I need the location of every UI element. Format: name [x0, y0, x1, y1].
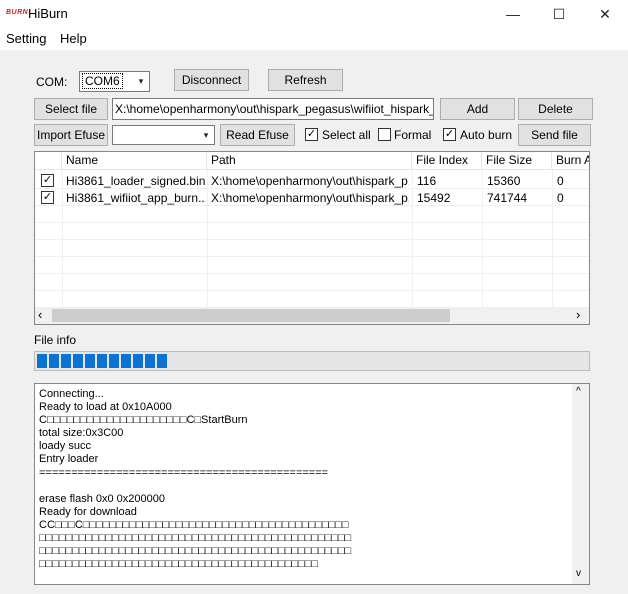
progress-segment: [97, 354, 107, 368]
row-burn-addr: 0: [557, 191, 564, 205]
auto-burn-label: Auto burn: [460, 128, 513, 142]
formal-checkbox[interactable]: [378, 128, 391, 141]
auto-burn-checkbox[interactable]: ✓: [443, 128, 456, 141]
grid-line: [35, 205, 589, 206]
com-port-select[interactable]: COM6 ▾: [79, 71, 150, 92]
menu-bar: [0, 28, 628, 50]
scroll-right-icon[interactable]: ›: [576, 308, 580, 322]
file-list-table[interactable]: Name Path File Index File Size Burn A ✓ …: [34, 151, 590, 325]
minimize-button[interactable]: —: [490, 0, 536, 28]
column-header-name[interactable]: Name: [62, 152, 207, 170]
com-label: COM:: [36, 75, 68, 89]
progress-segment: [157, 354, 167, 368]
vertical-scrollbar[interactable]: ^ v: [572, 384, 589, 584]
close-button[interactable]: ✕: [582, 0, 628, 28]
chevron-down-icon: ▾: [138, 76, 144, 86]
progress-segment: [61, 354, 71, 368]
row-burn-addr: 0: [557, 174, 564, 188]
row-path: X:\home\openharmony\out\hispark_p...: [211, 191, 409, 205]
progress-segment: [85, 354, 95, 368]
progress-segment: [109, 354, 119, 368]
menu-help[interactable]: Help: [60, 31, 87, 46]
row-file-size: 741744: [487, 191, 528, 205]
scrollbar-thumb[interactable]: [52, 309, 450, 322]
log-text: Connecting... Ready to load at 0x10A000 …: [39, 388, 352, 571]
row-name: Hi3861_wifiiot_app_burn....: [66, 191, 206, 205]
send-file-button[interactable]: Send file: [518, 124, 591, 146]
row-path: X:\home\openharmony\out\hispark_p...: [211, 174, 409, 188]
row-name: Hi3861_loader_signed.bin: [66, 174, 206, 188]
efuse-select[interactable]: ▾: [112, 125, 215, 145]
read-efuse-button[interactable]: Read Efuse: [220, 124, 295, 146]
disconnect-button[interactable]: Disconnect: [174, 69, 249, 91]
column-header-path[interactable]: Path: [207, 152, 412, 170]
progress-segment: [145, 354, 155, 368]
column-header-file-size[interactable]: File Size: [482, 152, 552, 170]
log-output[interactable]: Connecting... Ready to load at 0x10A000 …: [34, 383, 590, 585]
grid-line: [35, 256, 589, 257]
progress-segment: [49, 354, 59, 368]
formal-label: Formal: [394, 128, 432, 142]
row-checkbox[interactable]: ✓: [41, 191, 54, 204]
horizontal-scrollbar[interactable]: ‹ ›: [35, 307, 589, 324]
scroll-down-icon[interactable]: v: [576, 568, 581, 579]
column-header-file-index[interactable]: File Index: [412, 152, 482, 170]
grid-line: [35, 239, 589, 240]
add-button[interactable]: Add: [440, 98, 515, 120]
scroll-left-icon[interactable]: ‹: [38, 308, 42, 322]
progress-segment: [37, 354, 47, 368]
row-checkbox[interactable]: ✓: [41, 174, 54, 187]
maximize-button[interactable]: ☐: [536, 0, 582, 28]
grid-line: [35, 222, 589, 223]
select-all-checkbox[interactable]: ✓: [305, 128, 318, 141]
column-header-burn-addr[interactable]: Burn A: [552, 152, 589, 170]
window-title: HiBurn: [28, 6, 68, 21]
file-info-label: File info: [34, 333, 77, 347]
progress-segment: [133, 354, 143, 368]
app-logo-icon: BURN: [6, 9, 29, 16]
progress-segment: [73, 354, 83, 368]
delete-button[interactable]: Delete: [518, 98, 593, 120]
menu-setting[interactable]: Setting: [6, 31, 46, 46]
select-all-label: Select all: [322, 128, 371, 142]
refresh-button[interactable]: Refresh: [268, 69, 343, 91]
row-file-index: 116: [417, 174, 437, 188]
chevron-down-icon: ▾: [203, 130, 209, 140]
column-header-check[interactable]: [35, 152, 62, 170]
grid-line: [35, 290, 589, 291]
burn-progress-bar: [34, 351, 590, 371]
grid-line: [35, 273, 589, 274]
scroll-up-icon[interactable]: ^: [576, 386, 581, 397]
select-file-button[interactable]: Select file: [34, 98, 108, 120]
progress-segment: [121, 354, 131, 368]
import-efuse-button[interactable]: Import Efuse: [34, 124, 108, 146]
file-path-input[interactable]: X:\home\openharmony\out\hispark_pegasus\…: [112, 98, 434, 120]
grid-line: [35, 188, 589, 189]
row-file-size: 15360: [487, 174, 521, 188]
com-port-value: COM6: [82, 73, 123, 89]
row-file-index: 15492: [417, 191, 451, 205]
